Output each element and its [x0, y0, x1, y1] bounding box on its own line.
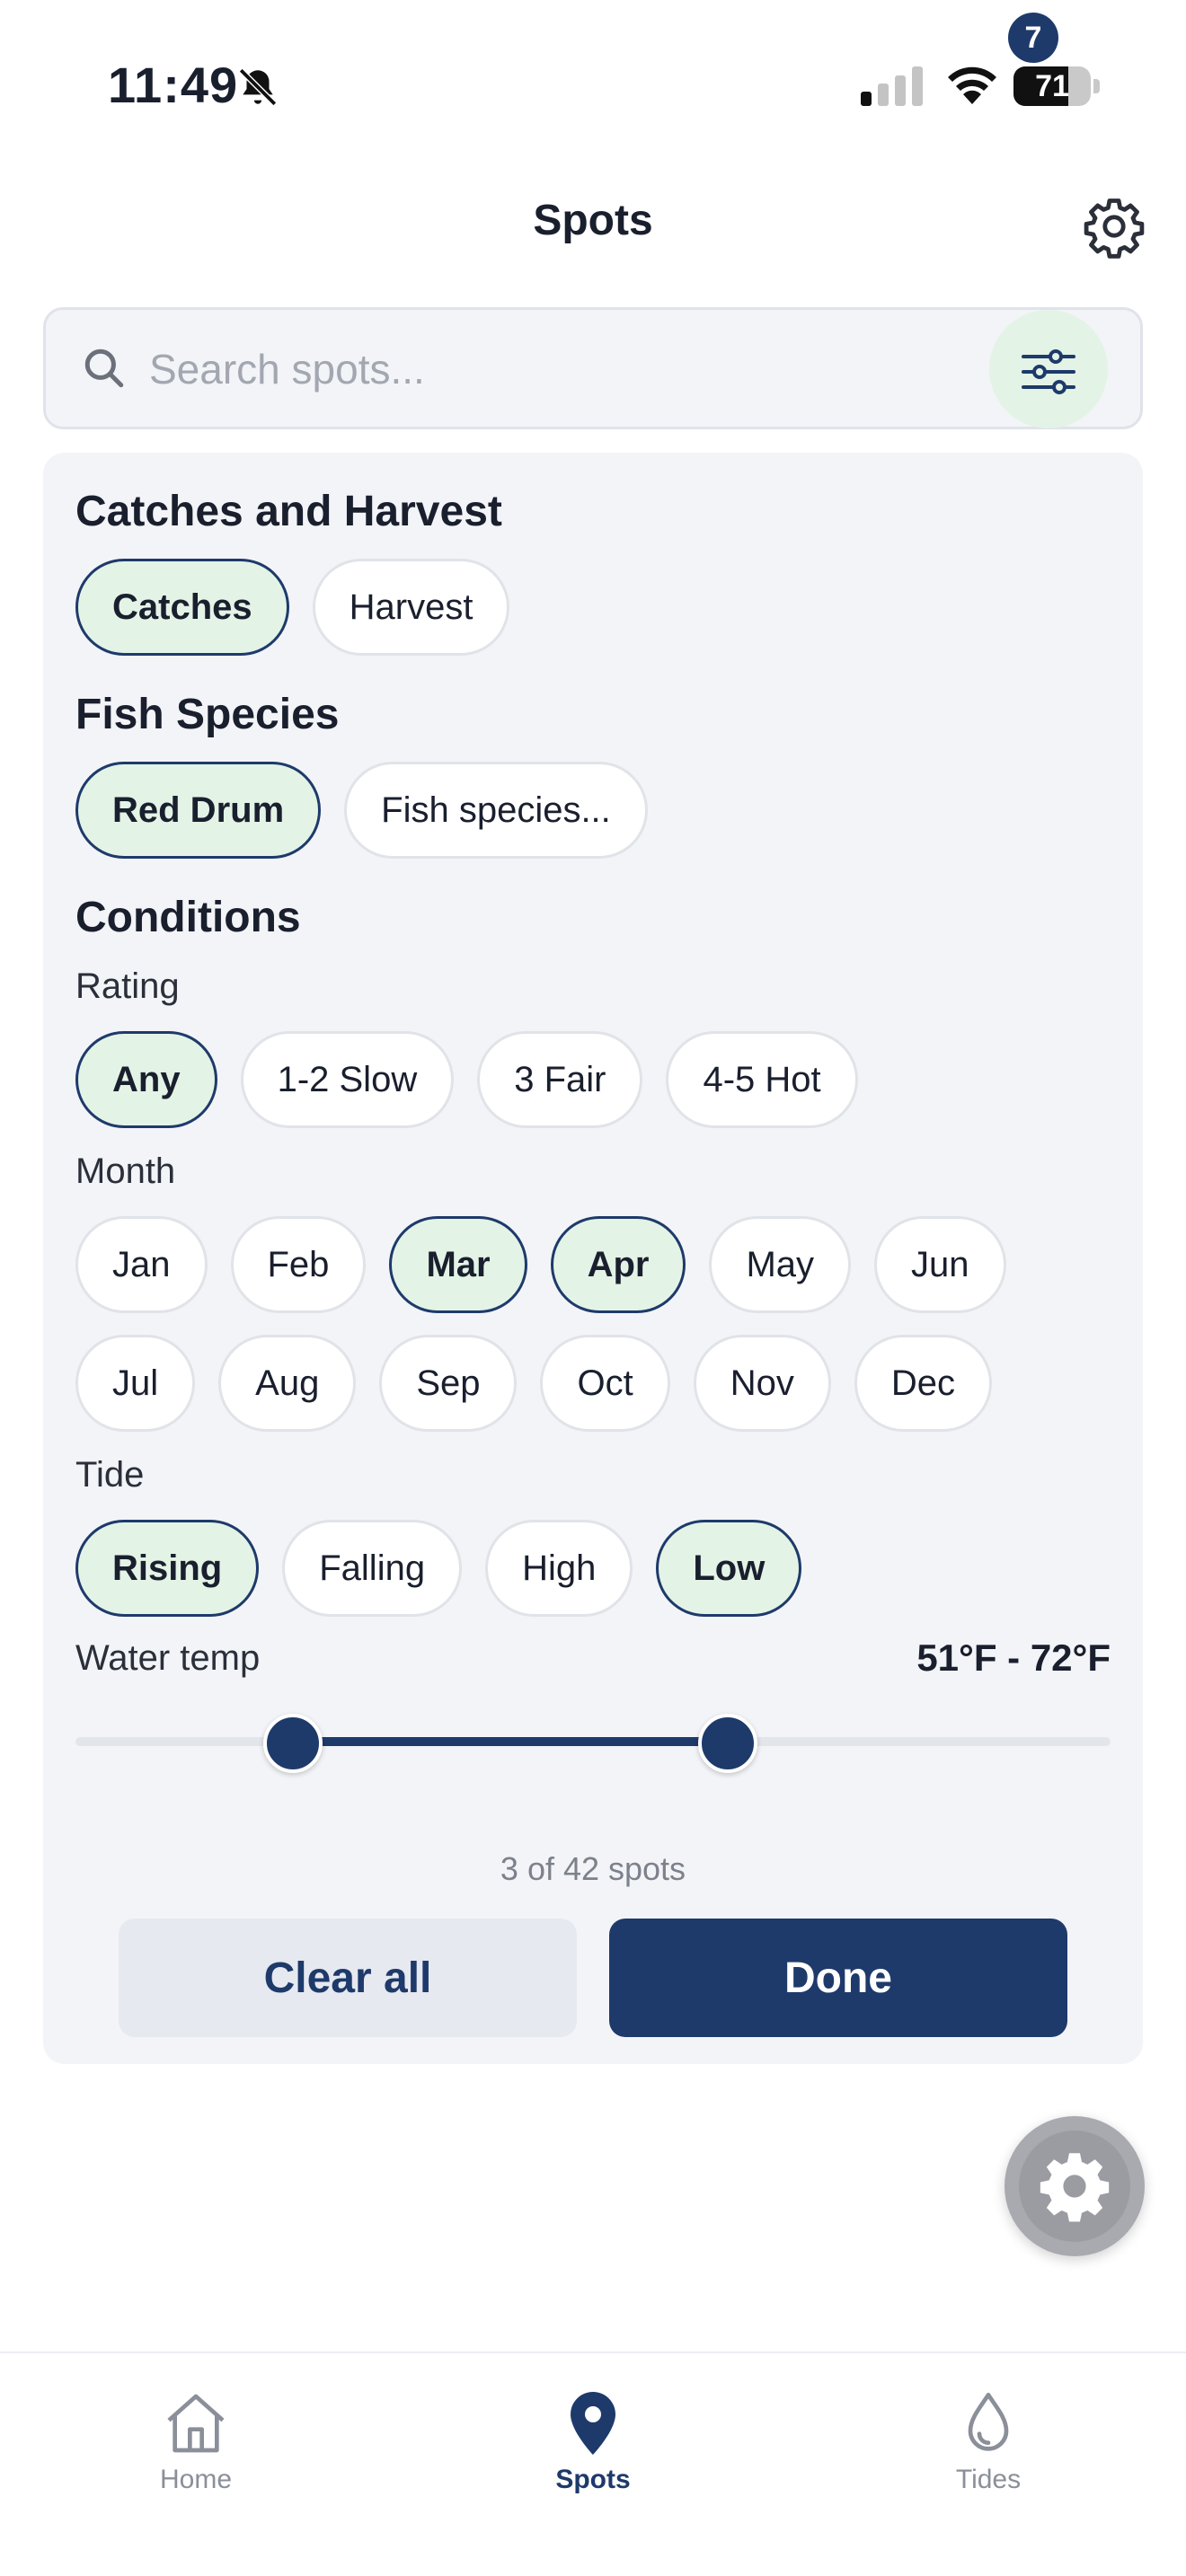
chip-row-species: Red Drum Fish species... [75, 762, 648, 859]
chip-row-month-1: Jan Feb Mar Apr May Jun [75, 1216, 1006, 1313]
tab-spots-label: Spots [555, 2465, 631, 2494]
section-title-fish-species: Fish Species [75, 691, 340, 738]
tab-tides[interactable]: Tides [881, 2369, 1096, 2504]
tab-spots[interactable]: Spots [485, 2369, 701, 2504]
chip-month-jan[interactable]: Jan [75, 1216, 208, 1313]
floating-settings-button[interactable] [1005, 2116, 1145, 2256]
chip-month-aug[interactable]: Aug [218, 1335, 357, 1432]
slider-thumb-high[interactable] [697, 1714, 757, 1773]
battery-icon: 71 [1013, 66, 1100, 106]
result-count: 3 of 42 spots [500, 1850, 686, 1887]
chip-rating-slow[interactable]: 1-2 Slow [240, 1031, 455, 1128]
chip-tide-falling[interactable]: Falling [282, 1520, 463, 1617]
gear-icon[interactable] [1082, 194, 1146, 259]
search-input[interactable] [149, 337, 958, 401]
chip-tide-rising[interactable]: Rising [75, 1520, 260, 1617]
chip-tide-low[interactable]: Low [656, 1520, 802, 1617]
chip-catches[interactable]: Catches [75, 559, 289, 656]
tab-home[interactable]: Home [88, 2369, 304, 2504]
chip-month-may[interactable]: May [709, 1216, 852, 1313]
tab-tides-label: Tides [955, 2465, 1022, 2494]
chip-month-dec[interactable]: Dec [854, 1335, 992, 1432]
bell-off-icon [238, 67, 278, 107]
chip-rating-any[interactable]: Any [75, 1031, 217, 1128]
map-pin-icon [571, 2392, 615, 2455]
chip-month-jul[interactable]: Jul [75, 1335, 196, 1432]
chip-month-oct[interactable]: Oct [540, 1335, 670, 1432]
home-icon [167, 2394, 225, 2453]
done-button[interactable]: Done [609, 1919, 1067, 2037]
search-bar [43, 307, 1143, 429]
filter-button[interactable] [989, 310, 1108, 428]
chip-tide-high[interactable]: High [485, 1520, 633, 1617]
label-tide: Tide [75, 1455, 145, 1495]
status-bar: 11:49 71 [0, 0, 1186, 171]
chip-row-month-2: Jul Aug Sep Oct Nov Dec [75, 1335, 992, 1432]
chip-fish-species-more[interactable]: Fish species... [344, 762, 648, 859]
battery-percent: 71 [1035, 69, 1069, 103]
chip-harvest[interactable]: Harvest [312, 559, 510, 656]
search-icon [84, 348, 124, 388]
filter-panel: Catches and Harvest Catches Harvest Fish… [43, 453, 1143, 2064]
chip-month-mar[interactable]: Mar [389, 1216, 527, 1313]
chip-row-rating: Any 1-2 Slow 3 Fair 4-5 Hot [75, 1031, 858, 1128]
chip-month-nov[interactable]: Nov [693, 1335, 831, 1432]
gear-icon [1040, 2153, 1110, 2222]
chip-red-drum[interactable]: Red Drum [75, 762, 322, 859]
water-temp-slider[interactable] [75, 1710, 1111, 1775]
sliders-icon [1022, 349, 1075, 394]
chip-month-apr[interactable]: Apr [550, 1216, 686, 1313]
page-title: Spots [533, 197, 653, 244]
slider-thumb-low[interactable] [262, 1714, 323, 1773]
tab-home-label: Home [159, 2465, 233, 2494]
label-water-temp: Water temp [75, 1638, 261, 1678]
water-temp-value: 51°F - 72°F [916, 1636, 1111, 1679]
label-rating: Rating [75, 966, 180, 1006]
clear-all-button[interactable]: Clear all [119, 1919, 577, 2037]
slider-selected-range [292, 1737, 728, 1746]
status-time: 11:49 [108, 57, 239, 113]
chip-rating-fair[interactable]: 3 Fair [477, 1031, 643, 1128]
section-title-catches-harvest: Catches and Harvest [75, 488, 502, 535]
cellular-signal-icon [861, 66, 923, 106]
chip-row-tide: Rising Falling High Low [75, 1520, 802, 1617]
section-title-conditions: Conditions [75, 894, 301, 941]
chip-row-catches-harvest: Catches Harvest [75, 559, 510, 656]
tab-bar: Home Spots Tides [0, 2351, 1186, 2576]
chip-month-jun[interactable]: Jun [874, 1216, 1006, 1313]
filter-count-badge: 7 [1008, 13, 1058, 63]
chip-rating-hot[interactable]: 4-5 Hot [666, 1031, 858, 1128]
label-month: Month [75, 1151, 176, 1191]
wifi-icon [948, 66, 996, 104]
chip-month-feb[interactable]: Feb [230, 1216, 367, 1313]
chip-month-sep[interactable]: Sep [379, 1335, 518, 1432]
water-drop-icon [968, 2393, 1009, 2451]
